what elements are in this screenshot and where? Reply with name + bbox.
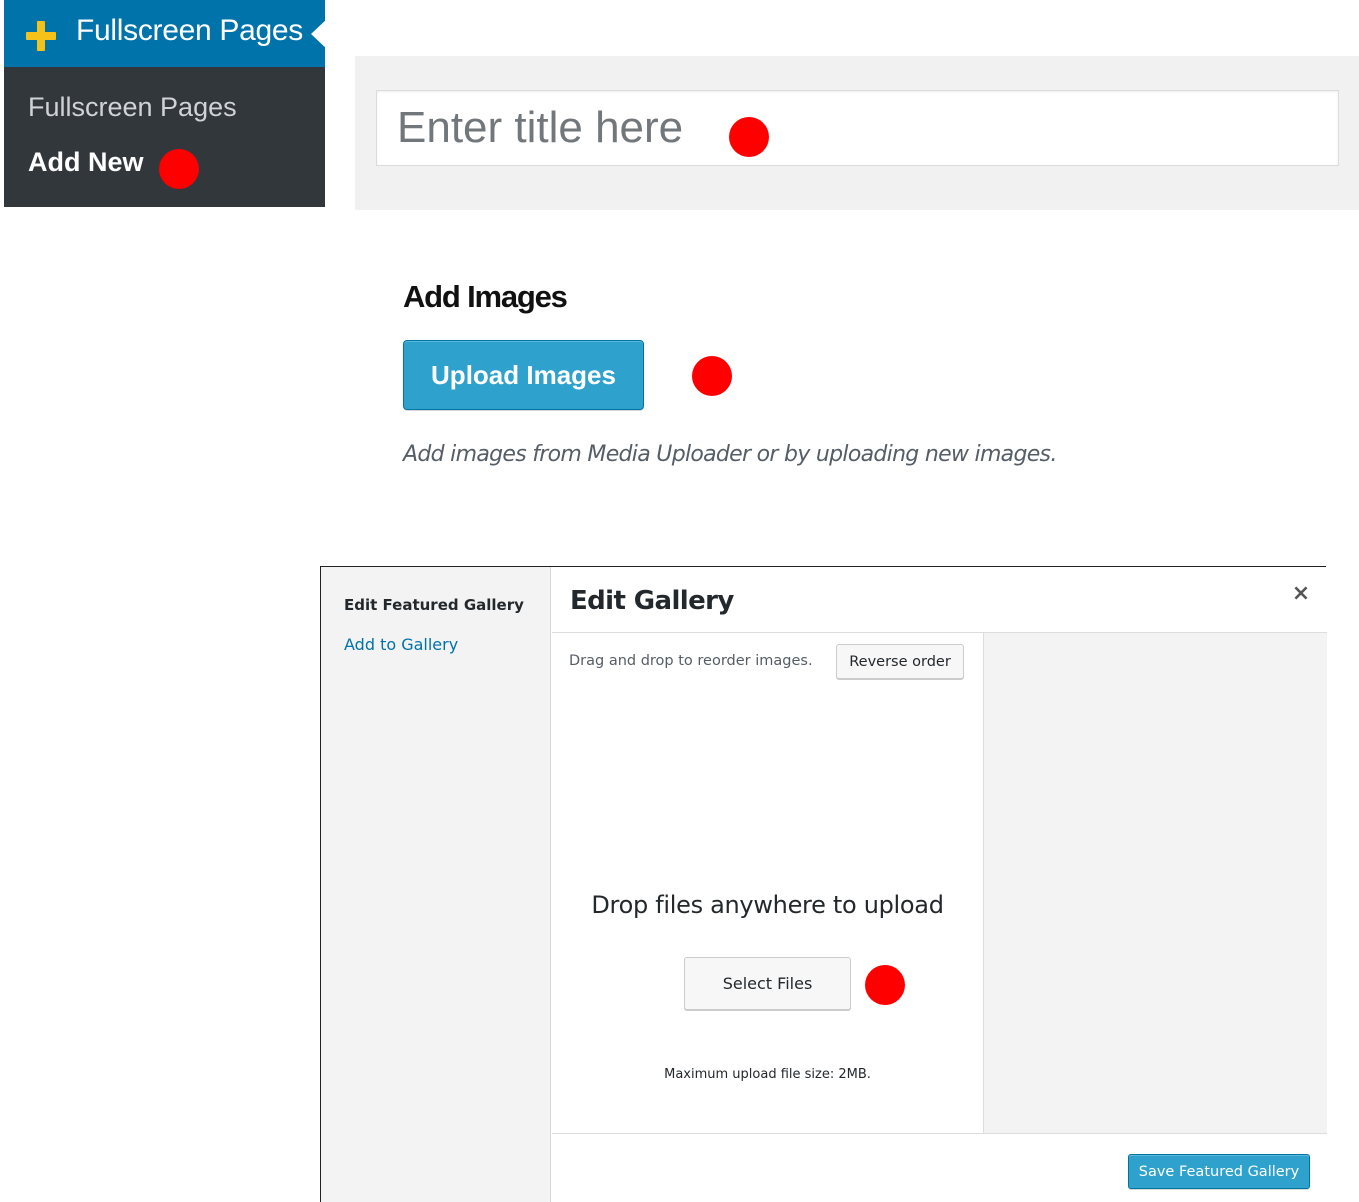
max-upload-size-note: Maximum upload file size: 2MB.	[664, 1067, 871, 1082]
red-marker-dot	[729, 117, 769, 157]
modal-title-bar: Edit Gallery	[552, 567, 1327, 633]
close-icon[interactable]: ×	[1291, 583, 1311, 605]
submenu-item-add-new[interactable]: Add New	[28, 147, 144, 178]
red-marker-dot	[159, 149, 199, 189]
title-area	[355, 56, 1359, 210]
drop-files-text: Drop files anywhere to upload	[591, 891, 944, 919]
current-menu-pointer	[311, 17, 329, 51]
menu-item-edit-featured-gallery[interactable]: Edit Featured Gallery	[344, 596, 524, 614]
select-files-button[interactable]: Select Files	[684, 957, 851, 1010]
upload-images-button[interactable]: Upload Images	[403, 340, 644, 410]
gallery-settings-sidebar	[983, 633, 1327, 1134]
title-input[interactable]	[376, 90, 1339, 166]
upload-help-text: Add images from Media Uploader or by upl…	[403, 442, 1057, 467]
media-modal: Edit Featured Gallery Add to Gallery Edi…	[320, 566, 1327, 1202]
menu-header-label: Fullscreen Pages	[76, 14, 303, 47]
menu-item-fullscreen-pages[interactable]: Fullscreen Pages	[4, 0, 329, 67]
reverse-order-button[interactable]: Reverse order	[836, 644, 964, 679]
save-featured-gallery-button[interactable]: Save Featured Gallery	[1128, 1154, 1310, 1189]
red-marker-dot	[692, 356, 732, 396]
submenu-item-all-pages[interactable]: Fullscreen Pages	[28, 92, 237, 123]
menu-item-add-to-gallery[interactable]: Add to Gallery	[344, 635, 458, 654]
media-modal-menu: Edit Featured Gallery Add to Gallery	[321, 567, 551, 1202]
gallery-content-pane: Drag and drop to reorder images. Reverse…	[552, 633, 983, 1134]
modal-title: Edit Gallery	[570, 586, 734, 616]
red-marker-dot	[865, 965, 905, 1005]
modal-toolbar: Save Featured Gallery	[552, 1133, 1327, 1202]
drag-drop-note: Drag and drop to reorder images.	[569, 653, 813, 669]
add-images-heading: Add Images	[403, 279, 568, 314]
plus-icon	[26, 21, 56, 51]
